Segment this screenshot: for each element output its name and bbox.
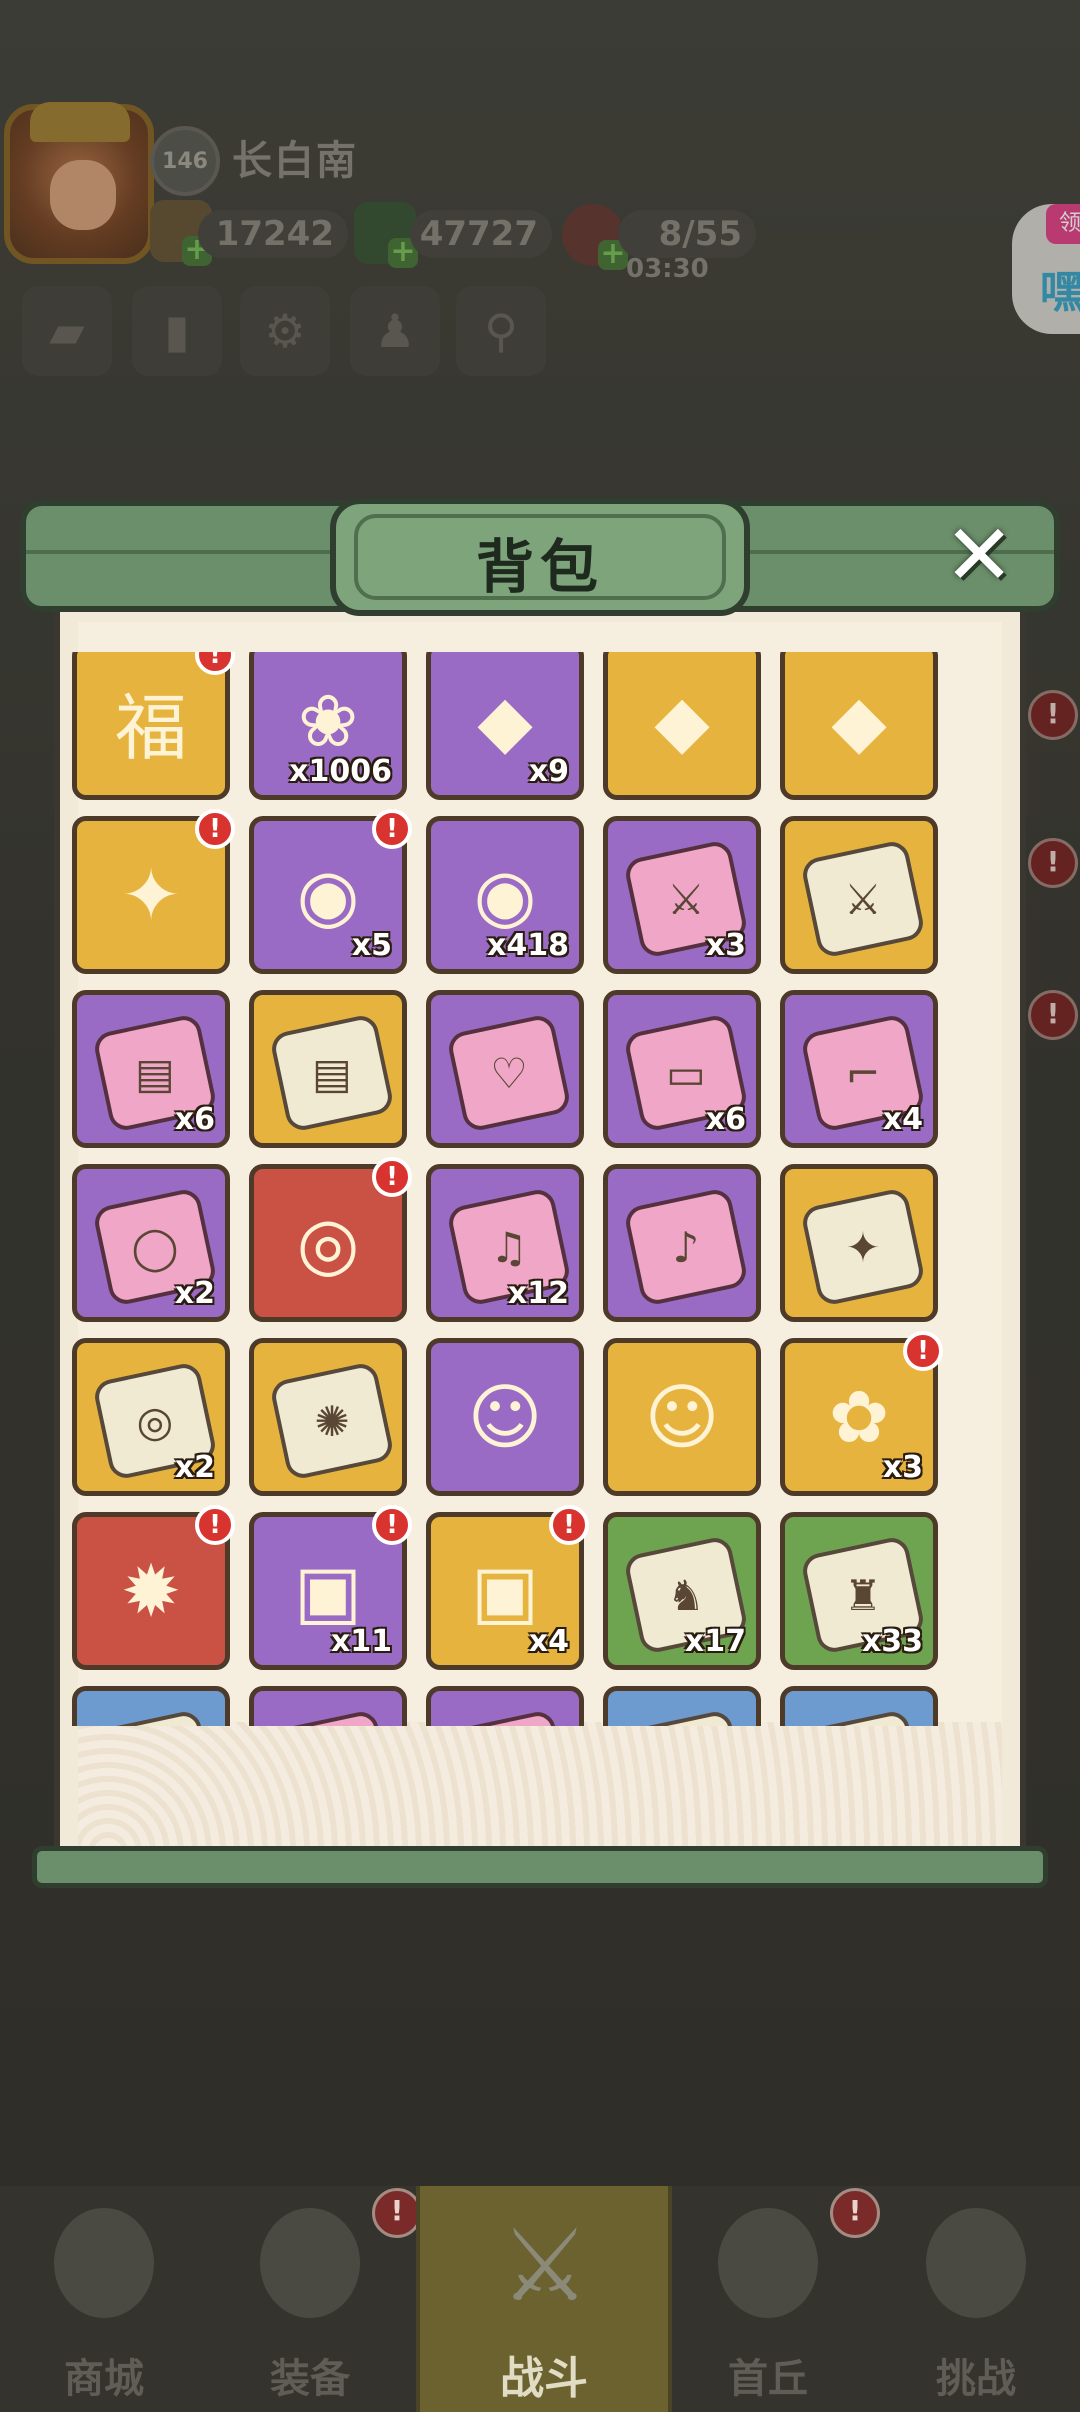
bag-item-slot[interactable]: 福! bbox=[72, 652, 235, 800]
item-count: x3 bbox=[882, 1450, 923, 1485]
bag-item-slot[interactable]: ▤ bbox=[249, 990, 407, 1148]
alert-icon: ! bbox=[372, 809, 412, 849]
bag-item-slot[interactable]: ♡ bbox=[426, 990, 584, 1148]
necklace-fragment-icon: ♡ bbox=[445, 1012, 573, 1134]
bag-item-grid[interactable]: 福! ❀ x1006 ◆ x9 ◆ ◆ ✦! ◉ x5! ◉ x418 ⚔ x3 ⚔ ▤ x6 ▤ ♡ ▭ x6 ⌐ x4 ◯… bbox=[72, 652, 1008, 1726]
fan-fragment-icon: ✺ bbox=[268, 1360, 396, 1482]
item-count: x4 bbox=[882, 1102, 923, 1137]
item-count: x33 bbox=[861, 1624, 923, 1659]
bag-item-slot[interactable]: ▣ x4! bbox=[426, 1505, 589, 1670]
fragment-icon: ✧ bbox=[445, 1708, 573, 1726]
item-count: x2 bbox=[174, 1276, 215, 1311]
bag-item-slot[interactable]: ⚔ x3 bbox=[603, 816, 761, 974]
alert-icon: ! bbox=[195, 809, 235, 849]
alert-icon: ! bbox=[195, 1505, 235, 1545]
helmet-icon bbox=[260, 2208, 360, 2318]
bag-item-slot[interactable]: ✧ bbox=[426, 1686, 584, 1726]
bag-item-slot[interactable]: ✧ bbox=[72, 1686, 230, 1726]
heroine-portrait-icon: ☺ bbox=[644, 1375, 720, 1459]
bell-fragment-icon: ♪ bbox=[622, 1186, 750, 1308]
bag-item-slot[interactable]: ◆ bbox=[780, 652, 938, 800]
item-count: x11 bbox=[330, 1624, 392, 1659]
nav-challenge-label: 挑战 bbox=[936, 2356, 1016, 2402]
item-count: x17 bbox=[684, 1624, 746, 1659]
nav-equip-label: 装备 bbox=[270, 2356, 350, 2402]
bag-item-slot[interactable]: ◎ x2 bbox=[72, 1338, 230, 1496]
fragment-icon: ✧ bbox=[91, 1708, 219, 1726]
bag-item-slot[interactable]: ◎! bbox=[249, 1157, 412, 1322]
nav-shop-label: 商城 bbox=[64, 2356, 144, 2402]
item-count: x6 bbox=[705, 1102, 746, 1137]
bag-item-slot[interactable]: ♫ x12 bbox=[426, 1164, 584, 1322]
close-button[interactable]: ✕ bbox=[944, 513, 1014, 597]
item-count: x4 bbox=[528, 1624, 569, 1659]
bag-item-slot[interactable]: ⚔ bbox=[780, 816, 938, 974]
alert-icon: ! bbox=[372, 1505, 412, 1545]
item-count: x3 bbox=[705, 928, 746, 963]
bag-item-slot[interactable]: ✺ bbox=[249, 1338, 407, 1496]
item-count: x12 bbox=[507, 1276, 569, 1311]
bag-item-slot[interactable]: ✿ x3! bbox=[780, 1331, 943, 1496]
item-count: x5 bbox=[351, 928, 392, 963]
alert-icon: ! bbox=[903, 1331, 943, 1371]
hero-portrait-icon: ☺ bbox=[467, 1375, 543, 1459]
bag-item-slot[interactable]: ✦! bbox=[72, 809, 235, 974]
challenge-orb-icon bbox=[926, 2208, 1026, 2318]
bag-item-slot[interactable]: ▣ x11! bbox=[249, 1505, 412, 1670]
bag-item-slot[interactable]: ◉ x5! bbox=[249, 809, 412, 974]
nav-challenge[interactable]: 挑战 bbox=[876, 2192, 1076, 2406]
item-count: x2 bbox=[174, 1450, 215, 1485]
armor-fragment-icon: ▤ bbox=[268, 1012, 396, 1134]
bag-item-slot[interactable]: ◯ x2 bbox=[72, 1164, 230, 1322]
crossed-swords-icon: ⚔ bbox=[500, 2207, 590, 2324]
spirit-gem-icon: ◆ bbox=[831, 679, 887, 763]
nav-battle-label: 战斗 bbox=[500, 2353, 588, 2404]
nav-hero-label: 首丘 bbox=[728, 2356, 808, 2402]
bag-item-slot[interactable]: ✹! bbox=[72, 1505, 235, 1670]
bag-item-slot[interactable]: ♜ x33 bbox=[780, 1512, 938, 1670]
bag-item-slot[interactable]: ◉ x418 bbox=[426, 816, 584, 974]
bag-panel-wave-pattern bbox=[78, 1722, 1002, 1852]
bag-item-slot[interactable]: ✧ bbox=[780, 1686, 938, 1726]
bag-item-slot[interactable]: ◆ x9 bbox=[426, 652, 584, 800]
bag-item-slot[interactable]: ☺ bbox=[426, 1338, 584, 1496]
bag-item-slot[interactable]: ✧ bbox=[603, 1686, 761, 1726]
bag-item-slot[interactable]: ❀ x1006 bbox=[249, 652, 407, 800]
item-count: x6 bbox=[174, 1102, 215, 1137]
equip-alert-icon: ! bbox=[372, 2188, 422, 2238]
phoenix-gem-icon: ◆ bbox=[654, 679, 710, 763]
nav-shop[interactable]: 商城 bbox=[4, 2192, 204, 2406]
sword-fragment-icon: ⚔ bbox=[799, 838, 927, 960]
bag-item-slot[interactable]: ◆ bbox=[603, 652, 761, 800]
drum-fragment-icon: ✦ bbox=[799, 1186, 927, 1308]
bag-item-slot[interactable]: ▭ x6 bbox=[603, 990, 761, 1148]
bag-item-slot[interactable]: ✦ bbox=[780, 1164, 938, 1322]
bag-item-slot[interactable]: ♞ x17 bbox=[603, 1512, 761, 1670]
item-count: x1006 bbox=[289, 754, 392, 789]
close-icon: ✕ bbox=[944, 506, 1015, 604]
bag-item-slot[interactable]: ♪ bbox=[603, 1164, 761, 1322]
lucky-bag-icon: 福 bbox=[114, 685, 187, 770]
item-count: x418 bbox=[487, 928, 569, 963]
nav-battle[interactable]: ⚔ 战斗 bbox=[416, 2186, 672, 2412]
hero-alert-icon: ! bbox=[830, 2188, 880, 2238]
bag-item-slot[interactable]: ☺ bbox=[603, 1338, 761, 1496]
fragment-icon: ✧ bbox=[622, 1708, 750, 1726]
alert-icon: ! bbox=[372, 1157, 412, 1197]
fragment-icon: ✧ bbox=[799, 1708, 927, 1726]
bag-item-slot[interactable]: ⌐ x4 bbox=[780, 990, 938, 1148]
mountain-icon bbox=[718, 2208, 818, 2318]
shop-icon bbox=[54, 2208, 154, 2318]
bag-item-slot[interactable]: ▤ x6 bbox=[72, 990, 230, 1148]
alert-icon: ! bbox=[549, 1505, 589, 1545]
fragment-icon: ✧ bbox=[268, 1708, 396, 1726]
scroll-bottom-roller bbox=[32, 1846, 1048, 1888]
bag-item-slot[interactable]: ✧ bbox=[249, 1686, 407, 1726]
item-count: x9 bbox=[528, 754, 569, 789]
bag-title: 背包 bbox=[475, 533, 604, 601]
